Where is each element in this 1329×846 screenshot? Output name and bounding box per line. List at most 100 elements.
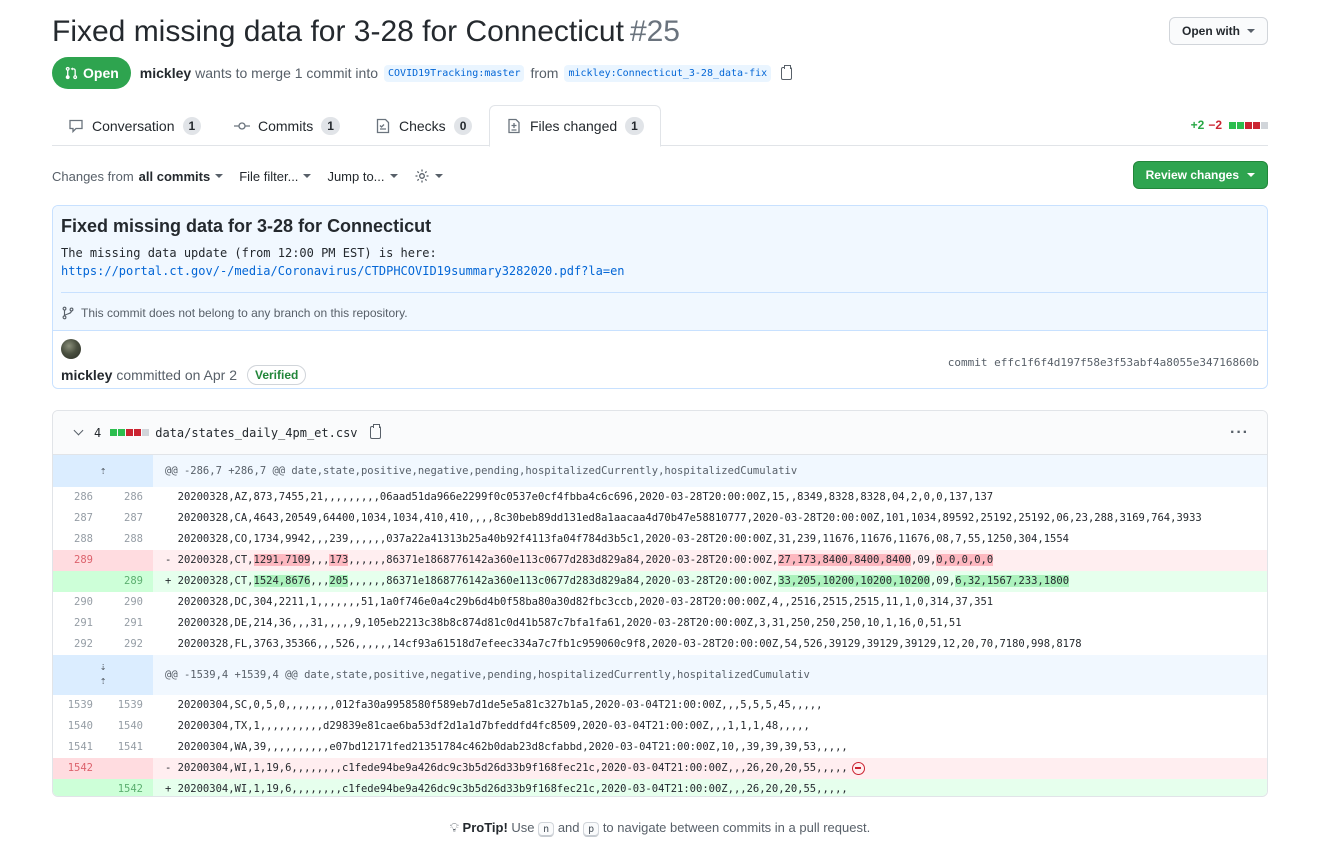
verified-badge[interactable]: Verified — [247, 365, 307, 385]
commit-author[interactable]: mickley — [61, 367, 112, 383]
diff-settings-dropdown[interactable] — [414, 168, 443, 184]
old-line-number[interactable]: 287 — [53, 508, 103, 529]
old-line-number[interactable]: 1542 — [53, 758, 103, 779]
commit-title: Fixed missing data for 3-28 for Connecti… — [61, 216, 432, 236]
tab-commits[interactable]: Commits 1 — [218, 105, 356, 146]
open-with-label: Open with — [1182, 24, 1240, 38]
old-line-number[interactable]: 1541 — [53, 737, 103, 758]
changes-from-dropdown[interactable]: Changes from all commits — [52, 169, 224, 184]
code-segment: ,,,,,,86371e1868776142a360e113c0677d283d… — [348, 575, 779, 587]
code-text: - 20200304,WI,1,19,6,,,,,,,,c1fede94be9a… — [165, 762, 848, 774]
code-segment-added: 6,32,1567,233,1800 — [955, 575, 1070, 587]
hunk-header-text: @@ -286,7 +286,7 @@ date,state,positive,… — [165, 465, 798, 477]
old-line-number[interactable]: 289 — [53, 550, 103, 571]
copy-icon[interactable] — [369, 424, 381, 439]
expand-up-icon[interactable]: ⇡ — [53, 455, 153, 487]
diff-row-deleted: 1542 - 20200304,WI,1,19,6,,,,,,,,c1fede94… — [53, 758, 1267, 779]
kebab-menu-icon[interactable]: ··· — [1230, 424, 1249, 442]
files-toolbar: Changes from all commits File filter... … — [52, 161, 1268, 191]
diff-row: 287 287 20200328,CA,4643,20549,64400,1034… — [53, 508, 1267, 529]
tab-label: Checks — [399, 117, 446, 134]
pr-number[interactable]: #25 — [630, 15, 680, 48]
file-diff: 4 data/states_daily_4pm_et.csv ··· ⇡ @@ … — [52, 410, 1268, 797]
state-label: Open — [83, 65, 119, 81]
tab-label: Files changed — [530, 118, 618, 134]
diff-code: 20200328,CO,1734,9942,,,239,,,,,,037a22a… — [165, 533, 1069, 545]
caret-down-icon — [215, 174, 224, 178]
new-line-number[interactable]: 291 — [103, 613, 153, 634]
pr-author[interactable]: mickley — [140, 65, 191, 81]
caret-down-icon — [1247, 29, 1255, 33]
file-filter-dropdown[interactable]: File filter... — [239, 168, 312, 184]
diff-row: 1539 1539 20200304,SC,0,5,0,,,,,,,,012fa3… — [53, 695, 1267, 716]
new-line-number[interactable]: 288 — [103, 529, 153, 550]
code-segment-removed: 27,173,8400,8400,8400 — [778, 554, 911, 566]
code-segment: - 20200328,CT, — [165, 554, 254, 566]
head-branch[interactable]: mickley:Connecticut_3-28_data-fix — [564, 64, 772, 82]
new-line-number — [103, 758, 153, 779]
jump-to-label: Jump to... — [327, 168, 385, 184]
tab-counter: 0 — [453, 116, 473, 135]
old-line-number[interactable]: 286 — [53, 487, 103, 508]
new-line-number[interactable]: 1539 — [103, 695, 153, 716]
file-header: 4 data/states_daily_4pm_et.csv ··· — [53, 411, 1267, 455]
new-line-number[interactable]: 289 — [103, 571, 153, 592]
avatar[interactable] — [61, 339, 81, 359]
new-line-number[interactable]: 290 — [103, 592, 153, 613]
gear-icon — [415, 169, 429, 183]
old-line-number — [53, 571, 103, 592]
code-segment: ,09, — [929, 575, 956, 587]
review-changes-button[interactable]: Review changes — [1132, 161, 1268, 189]
new-line-number[interactable]: 292 — [103, 634, 153, 655]
old-line-number[interactable]: 290 — [53, 592, 103, 613]
diff-code: + 20200328,CT,1524,8676,,,205,,,,,,86371… — [153, 571, 1267, 592]
chevron-down-icon[interactable] — [73, 425, 84, 436]
diffstat-block — [1229, 121, 1236, 129]
tab-counter: 1 — [321, 116, 340, 135]
tab-counter: 1 — [182, 116, 202, 135]
commit-sha: commit effc1f6f4d197f58e3f53abf4a8055e34… — [947, 356, 1259, 369]
new-line-number[interactable]: 287 — [103, 508, 153, 529]
diffstat-block — [1253, 121, 1260, 129]
commit-branch-note-text: This commit does not belong to any branc… — [81, 306, 408, 320]
base-branch[interactable]: COVID19Tracking:master — [384, 64, 525, 82]
old-line-number[interactable]: 1540 — [53, 716, 103, 737]
commit-desc-line: The missing data update (from 12:00 PM E… — [61, 246, 437, 260]
commit-desc-link[interactable]: https://portal.ct.gov/-/media/Coronaviru… — [61, 264, 625, 278]
no-newline-icon — [851, 761, 865, 775]
diff-row-deleted: 289 - 20200328,CT,1291,7109,,,173,,,,,,86… — [53, 550, 1267, 571]
commit-box: Fixed missing data for 3-28 for Connecti… — [52, 205, 1268, 389]
old-line-number[interactable]: 288 — [53, 529, 103, 550]
additions-count: +2 — [1190, 118, 1205, 132]
merge-text: wants to merge 1 commit into — [195, 65, 379, 81]
new-line-number[interactable]: 1540 — [103, 716, 153, 737]
jump-to-dropdown[interactable]: Jump to... — [327, 168, 398, 184]
old-line-number[interactable]: 291 — [53, 613, 103, 634]
expand-both-icon[interactable]: ⇣ ⇡ — [53, 655, 153, 695]
diff-code: 20200304,TX,1,,,,,,,,,,d29839e81cae6ba53… — [165, 720, 810, 732]
tab-files-changed[interactable]: Files changed 1 — [489, 105, 661, 147]
old-line-number[interactable]: 1539 — [53, 695, 103, 716]
old-line-number[interactable]: 292 — [53, 634, 103, 655]
code-segment-removed: 0,0,0,0,0 — [936, 554, 994, 566]
protip-text: to navigate between commits in a pull re… — [602, 820, 871, 835]
hunk-header: ⇣ ⇡ @@ -1539,4 +1539,4 @@ date,state,posi… — [53, 655, 1267, 695]
code-segment-added: 1524,8676 — [253, 575, 311, 587]
diffstat-block — [118, 429, 126, 436]
file-filter-label: File filter... — [239, 168, 299, 184]
copy-icon[interactable] — [781, 64, 793, 80]
tab-conversation[interactable]: Conversation 1 — [52, 105, 217, 146]
diffstat-block — [110, 429, 118, 436]
state-badge: Open — [52, 57, 131, 89]
key-p: p — [583, 822, 600, 837]
file-diff-icon — [508, 118, 520, 134]
new-line-number[interactable]: 1541 — [103, 737, 153, 758]
diff-row: 292 292 20200328,FL,3763,35366,,,526,,,,,… — [53, 634, 1267, 655]
new-line-number[interactable]: 1542 — [103, 779, 153, 796]
tab-checks[interactable]: Checks 0 — [359, 105, 488, 146]
diffstat-block — [1237, 121, 1244, 129]
commit-description: The missing data update (from 12:00 PM E… — [61, 244, 1259, 280]
open-with-button[interactable]: Open with — [1169, 17, 1268, 45]
file-name[interactable]: data/states_daily_4pm_et.csv — [155, 426, 357, 440]
new-line-number[interactable]: 286 — [103, 487, 153, 508]
